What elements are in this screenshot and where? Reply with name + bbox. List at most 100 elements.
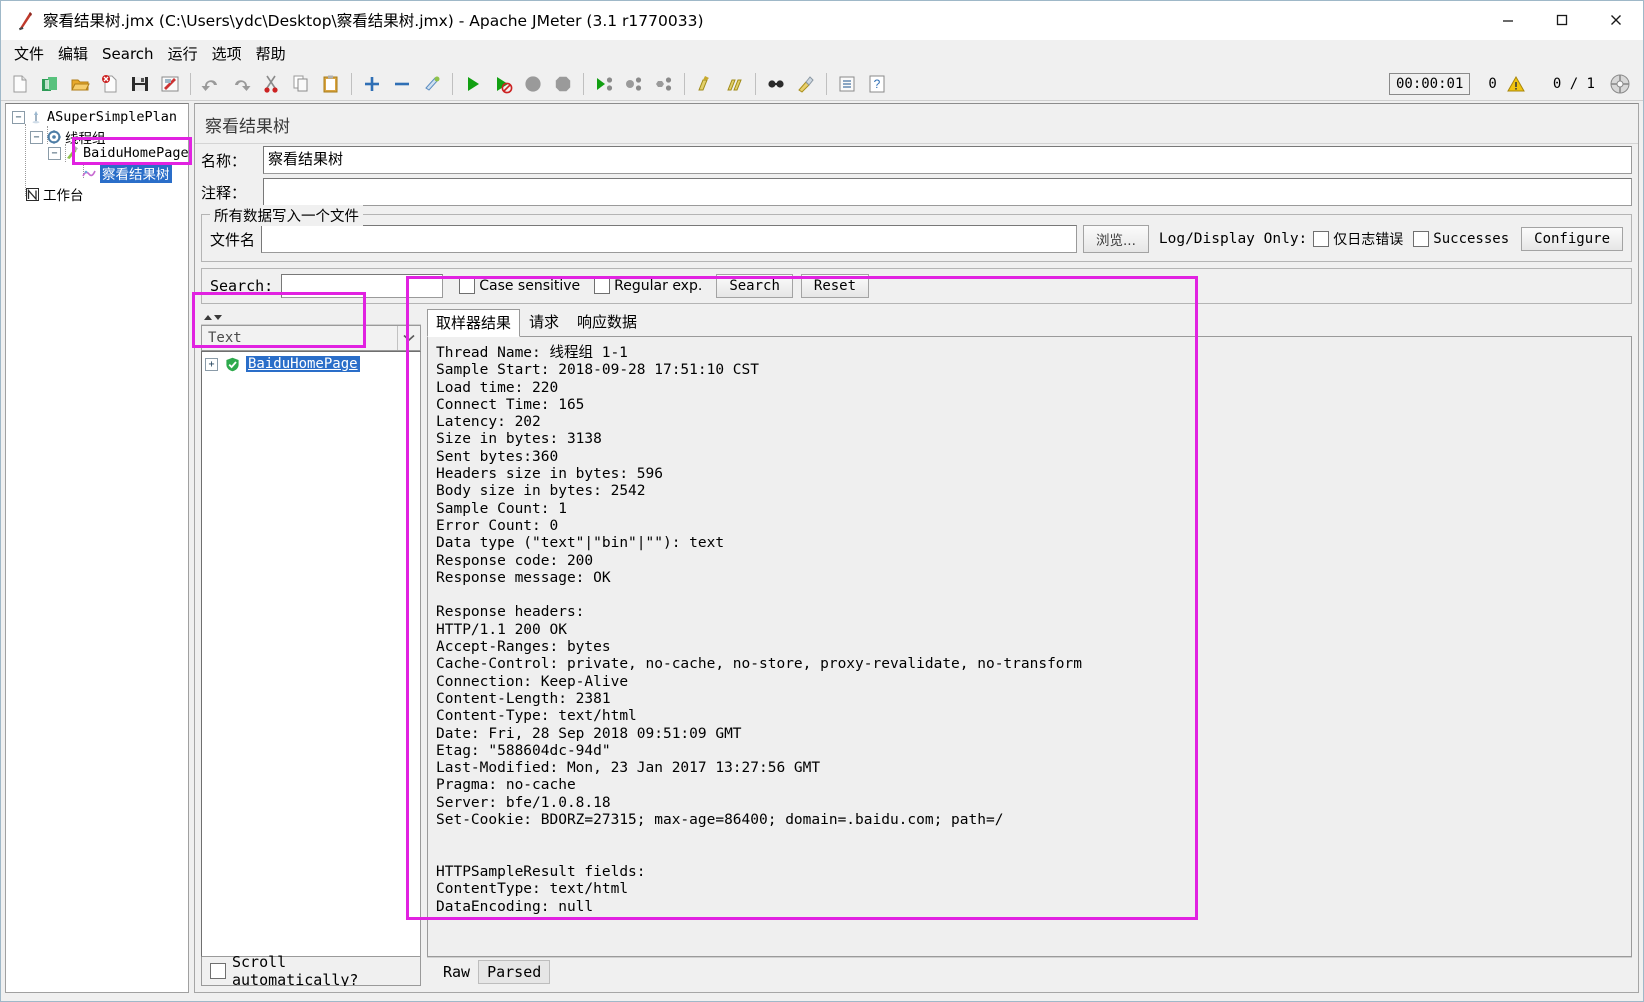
thread-group-icon (46, 129, 62, 145)
tab-request[interactable]: 请求 (520, 308, 568, 336)
tree-node-thread-group[interactable]: − 线程组 (30, 127, 106, 147)
checkbox-box[interactable] (594, 278, 611, 294)
expand-icon[interactable] (360, 72, 384, 96)
split-down-arrow-icon[interactable] (214, 314, 222, 320)
minimize-button[interactable] (1481, 1, 1535, 39)
sampler-result-text[interactable]: Thread Name: 线程组 1-1 Sample Start: 2018-… (427, 337, 1632, 957)
test-plan-tree[interactable]: − ASuperSimplePlan − 线程组 − BaiduHomePage (5, 103, 189, 993)
result-node-baidu-home-page[interactable]: + BaiduHomePage (205, 356, 417, 372)
tree-node-test-plan[interactable]: − ASuperSimplePlan (12, 109, 177, 125)
title-bar: 察看结果树.jmx (C:\Users\ydc\Desktop\察看结果树.jm… (1, 1, 1643, 40)
case-sensitive-checkbox[interactable]: Case sensitive (459, 278, 580, 294)
scroll-automatically-row: Scroll automatically? (201, 953, 421, 989)
regular-exp-checkbox[interactable]: Regular exp. (594, 278, 702, 294)
toolbar: ? 00:00:01 0 0 / 1 (1, 67, 1643, 101)
comment-label: 注释： (201, 183, 247, 202)
tab-parsed[interactable]: Parsed (478, 960, 551, 984)
filename-input[interactable] (261, 225, 1077, 253)
results-left-pane: Text + BaiduHomePage Scroll automaticall… (201, 310, 421, 989)
tree-node-http-sampler[interactable]: − BaiduHomePage (48, 145, 189, 161)
search-icon[interactable] (764, 72, 788, 96)
render-selector-combobox[interactable]: Text (201, 325, 421, 351)
warning-triangle-icon[interactable] (1504, 72, 1528, 96)
name-input[interactable]: 察看结果树 (263, 146, 1632, 174)
expander-icon[interactable]: + (205, 357, 218, 371)
toolbar-status-area: 00:00:01 0 0 / 1 (1388, 72, 1643, 96)
search-reset-icon[interactable] (794, 72, 818, 96)
tab-raw[interactable]: Raw (435, 961, 478, 983)
tab-sampler-result[interactable]: 取样器结果 (427, 309, 521, 337)
jmeter-window: 察看结果树.jmx (C:\Users\ydc\Desktop\察看结果树.jm… (0, 0, 1644, 1002)
menu-edit[interactable]: 编辑 (51, 41, 95, 66)
chevron-down-icon[interactable] (397, 326, 420, 350)
connection-status-icon[interactable] (1608, 72, 1632, 96)
stop-icon[interactable] (521, 72, 545, 96)
tree-node-label: ASuperSimplePlan (47, 109, 178, 125)
paste-icon[interactable] (319, 72, 343, 96)
clear-icon[interactable] (693, 72, 717, 96)
templates-icon[interactable] (38, 72, 62, 96)
maximize-button[interactable] (1535, 1, 1589, 39)
comment-row: 注释： (195, 176, 1638, 208)
tree-node-label: 工作台 (43, 188, 84, 204)
save-as-icon[interactable] (158, 72, 182, 96)
split-handle[interactable] (201, 310, 421, 325)
start-icon[interactable] (461, 72, 485, 96)
scroll-automatically-checkbox[interactable] (210, 963, 226, 979)
collapse-icon[interactable] (390, 72, 414, 96)
save-icon[interactable] (128, 72, 152, 96)
name-row: 名称： 察看结果树 (195, 144, 1638, 176)
expander-icon[interactable]: − (48, 146, 61, 160)
toggle-icon[interactable] (420, 72, 444, 96)
undo-icon[interactable] (199, 72, 223, 96)
start-no-pauses-icon[interactable] (491, 72, 515, 96)
jmeter-feather-icon (9, 6, 43, 34)
browse-button[interactable]: 浏览... (1083, 225, 1149, 253)
configure-button[interactable]: Configure (1521, 227, 1623, 251)
successes-checkbox[interactable]: Successes (1413, 231, 1509, 247)
remote-stop-icon[interactable] (622, 72, 646, 96)
results-tree[interactable]: + BaiduHomePage (201, 351, 421, 957)
tree-node-workbench[interactable]: 工作台 (24, 184, 84, 204)
tree-node-label: BaiduHomePage (83, 145, 189, 161)
menu-run[interactable]: 运行 (161, 41, 205, 66)
reset-button[interactable]: Reset (800, 274, 870, 298)
remote-shutdown-icon[interactable] (652, 72, 676, 96)
checkbox-box[interactable] (459, 278, 476, 294)
menu-options[interactable]: 选项 (205, 41, 249, 66)
close-button[interactable] (1589, 1, 1643, 39)
results-right-pane: 取样器结果 请求 响应数据 Thread Name: 线程组 1-1 Sampl… (427, 308, 1632, 986)
menu-search[interactable]: Search (95, 43, 161, 65)
checkbox-box[interactable] (1413, 231, 1430, 247)
redo-icon[interactable] (229, 72, 253, 96)
close-icon[interactable] (98, 72, 122, 96)
split-up-arrow-icon[interactable] (204, 314, 212, 320)
expander-icon[interactable]: − (12, 110, 25, 124)
search-input[interactable] (281, 274, 444, 298)
errors-only-label: 仅日志错误 (1333, 232, 1404, 248)
tab-response-data[interactable]: 响应数据 (568, 308, 646, 336)
search-bar: Search: Case sensitive Regular exp. Sear… (201, 268, 1632, 304)
copy-icon[interactable] (289, 72, 313, 96)
function-helper-icon[interactable] (835, 72, 859, 96)
expander-icon[interactable]: − (30, 130, 43, 144)
file-group-title: 所有数据写入一个文件 (210, 205, 363, 226)
checkbox-box[interactable] (1313, 231, 1330, 247)
comment-input[interactable] (263, 178, 1632, 206)
help-icon[interactable]: ? (865, 72, 889, 96)
menu-bar: 文件 编辑 Search 运行 选项 帮助 (1, 40, 1643, 67)
menu-file[interactable]: 文件 (7, 41, 51, 66)
shutdown-icon[interactable] (551, 72, 575, 96)
write-results-to-file-group: 所有数据写入一个文件 文件名 浏览... Log/Display Only: 仅… (201, 205, 1632, 262)
remote-start-icon[interactable] (592, 72, 616, 96)
open-icon[interactable] (68, 72, 92, 96)
workbench-icon (24, 186, 40, 202)
warning-count: 0 (1488, 75, 1497, 92)
errors-only-checkbox[interactable]: 仅日志错误 (1313, 229, 1403, 249)
menu-help[interactable]: 帮助 (249, 41, 293, 66)
new-icon[interactable] (8, 72, 32, 96)
clear-all-icon[interactable] (723, 72, 747, 96)
search-button[interactable]: Search (716, 274, 793, 298)
tree-node-view-results-tree[interactable]: 察看结果树 (81, 163, 172, 183)
cut-icon[interactable] (259, 72, 283, 96)
